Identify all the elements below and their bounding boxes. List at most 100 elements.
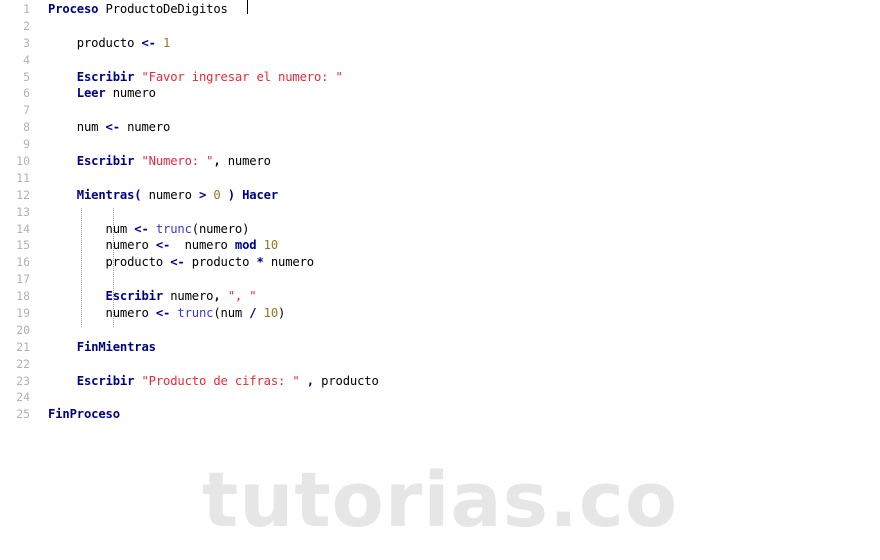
token-op: *: [256, 255, 264, 270]
code-text: producto <- 1: [48, 35, 171, 52]
token-op: <-: [105, 120, 121, 135]
text-caret: [247, 0, 248, 14]
line-number: 18: [16, 289, 30, 304]
code-text: numero <- numero mod 10: [48, 237, 279, 254]
code-line[interactable]: 20: [0, 322, 880, 339]
code-line[interactable]: 23 Escribir "Producto de cifras: " , pro…: [0, 373, 880, 390]
code-text: Escribir numero, ", ": [48, 288, 257, 305]
code-editor[interactable]: 1 Proceso ProductoDeDigitos 2 3 producto <-…: [0, 0, 880, 440]
code-line[interactable]: 15 numero <- numero mod 10: [0, 237, 880, 254]
token-op: mod: [234, 238, 257, 253]
token-op: <-: [155, 306, 171, 321]
token-id: numero: [170, 238, 235, 253]
line-number: 15: [16, 238, 30, 253]
line-number: 7: [23, 103, 30, 118]
token-kw: Hacer: [242, 187, 278, 202]
code-line[interactable]: 25 FinProceso: [0, 406, 880, 423]
token-id: [300, 374, 307, 388]
code-line[interactable]: 6 Leer numero: [0, 85, 880, 102]
token-kw: Escribir: [76, 69, 135, 84]
token-id: (numero): [191, 221, 250, 236]
line-number: 22: [16, 356, 30, 371]
token-id: [156, 36, 163, 50]
token-id: [256, 238, 263, 252]
code-line[interactable]: 19 numero <- trunc(num / 10): [0, 305, 880, 322]
code-text: Escribir "Numero: ", numero: [48, 153, 271, 170]
line-number: 8: [23, 120, 30, 135]
code-line[interactable]: 4: [0, 52, 880, 69]
indent-guide-level-2: [113, 208, 114, 327]
line-number: 4: [23, 52, 30, 67]
code-line[interactable]: 1 Proceso ProductoDeDigitos: [0, 1, 880, 18]
token-kw: Leer: [76, 86, 106, 101]
line-number: 6: [23, 86, 30, 101]
token-kw: FinProceso: [48, 407, 120, 422]
code-text: num <- trunc(numero): [48, 221, 250, 238]
token-num: 10: [263, 238, 279, 253]
line-number: 24: [16, 390, 30, 405]
code-line[interactable]: 7: [0, 102, 880, 119]
line-number: 16: [16, 255, 30, 270]
token-op: ,: [213, 154, 221, 169]
token-str: "Producto de cifras: ": [141, 373, 300, 388]
watermark-tutorias-co: tutorias.co: [201, 455, 679, 544]
line-number: 19: [16, 306, 30, 321]
code-line[interactable]: 9: [0, 136, 880, 153]
code-line[interactable]: 8 num <- numero: [0, 119, 880, 136]
line-number: 11: [16, 170, 30, 185]
code-line[interactable]: 12 Mientras( numero > 0 ) Hacer: [0, 187, 880, 204]
code-text: Leer numero: [48, 85, 156, 102]
token-id: producto: [313, 373, 379, 388]
token-id: [221, 289, 228, 303]
token-op: <-: [141, 35, 156, 50]
line-number: 23: [16, 373, 30, 388]
token-id: numero: [119, 120, 171, 135]
line-number: 17: [16, 272, 30, 287]
code-line[interactable]: 2: [0, 18, 880, 35]
code-line[interactable]: 14 num <- trunc(numero): [0, 221, 880, 238]
token-kw: Escribir: [76, 373, 135, 388]
code-line[interactable]: 21 FinMientras: [0, 339, 880, 356]
code-line[interactable]: 11: [0, 170, 880, 187]
line-number: 25: [16, 407, 30, 422]
code-lines-container[interactable]: 1 Proceso ProductoDeDigitos 2 3 producto <-…: [0, 0, 880, 423]
code-line[interactable]: 13: [0, 204, 880, 221]
code-text: Mientras( numero > 0 ) Hacer: [48, 187, 278, 204]
line-number: 1: [23, 2, 30, 16]
code-line[interactable]: 18 Escribir numero, ", ": [0, 288, 880, 305]
token-id: (num: [213, 306, 250, 321]
code-text: FinProceso: [48, 406, 120, 423]
code-text: FinMientras: [48, 339, 156, 356]
indent-guide-level-1: [81, 208, 82, 327]
token-fn: trunc: [155, 221, 192, 236]
token-num: 10: [263, 306, 279, 321]
code-line[interactable]: 10 Escribir "Numero: ", numero: [0, 153, 880, 170]
token-op: ): [227, 187, 235, 202]
line-number: 13: [16, 204, 30, 219]
token-id: numero: [141, 187, 199, 202]
token-id: numero: [163, 289, 214, 304]
token-str: ", ": [227, 289, 257, 304]
token-id: numero: [105, 86, 156, 101]
token-op: <-: [170, 255, 185, 270]
token-id: [98, 2, 105, 16]
token-id: producto: [76, 35, 142, 50]
code-line[interactable]: 5 Escribir "Favor ingresar el numero: ": [0, 69, 880, 86]
line-number: 10: [16, 154, 30, 169]
line-number: 5: [23, 69, 30, 84]
token-id: ProductoDeDigitos: [105, 2, 228, 16]
code-line[interactable]: 3 producto <- 1: [0, 35, 880, 52]
code-text: Escribir "Producto de cifras: " , produc…: [48, 373, 379, 390]
token-id: producto: [184, 255, 257, 270]
token-id: [221, 188, 228, 202]
code-text: Escribir "Favor ingresar el numero: ": [48, 69, 343, 86]
token-id: numero: [263, 255, 314, 270]
token-id: producto: [105, 255, 171, 270]
code-line[interactable]: 17: [0, 271, 880, 288]
code-line[interactable]: 24: [0, 389, 880, 406]
code-line[interactable]: 16 producto <- producto * numero: [0, 254, 880, 271]
code-text: producto <- producto * numero: [48, 254, 315, 271]
token-id: [149, 222, 156, 236]
code-line[interactable]: 22: [0, 356, 880, 373]
token-op: ,: [306, 373, 314, 388]
